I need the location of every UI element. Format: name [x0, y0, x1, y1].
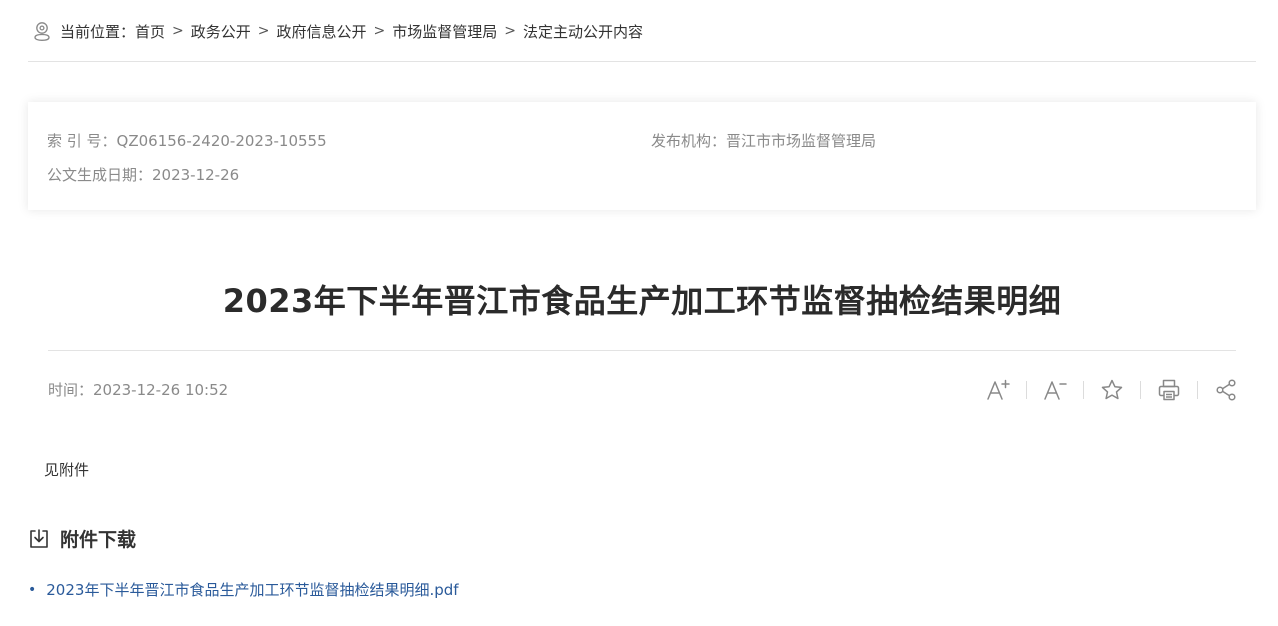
breadcrumb: 当前位置： 首页 > 政务公开 > 政府信息公开 > 市场监督管理局 > 法定主… [32, 18, 643, 44]
breadcrumb-item-market-bureau[interactable]: 市场监督管理局 [392, 21, 497, 42]
breadcrumb-prefix: 当前位置： [60, 22, 136, 41]
publisher: 发布机构：晋江市市场监督管理局 [651, 132, 877, 150]
document-info-card: 索 引 号：QZ06156-2420-2023-10555 发布机构：晋江市市场… [28, 102, 1256, 210]
breadcrumb-separator: > [257, 23, 270, 39]
publish-time: 时间：2023-12-26 10:52 [48, 381, 229, 399]
index-number: 索 引 号：QZ06156-2420-2023-10555 [47, 132, 327, 150]
bullet: • [28, 581, 37, 598]
document-date: 公文生成日期：2023-12-26 [47, 166, 240, 184]
toolbar-divider [1140, 381, 1141, 399]
breadcrumb-separator: > [373, 23, 386, 39]
toolbar-divider [1026, 381, 1027, 399]
article-toolbar [980, 374, 1244, 406]
article-body: 见附件 [44, 461, 90, 479]
breadcrumb-item-home[interactable]: 首页 [135, 21, 165, 42]
font-decrease-icon[interactable] [1037, 374, 1073, 406]
font-increase-icon[interactable] [980, 374, 1016, 406]
share-icon[interactable] [1208, 374, 1244, 406]
breadcrumb-separator: > [172, 23, 184, 39]
breadcrumb-item-gov-info[interactable]: 政府信息公开 [277, 21, 367, 42]
toolbar-divider [1083, 381, 1084, 399]
page-title: 2023年下半年晋江市食品生产加工环节监督抽检结果明细 [222, 282, 1062, 320]
attachments-heading-label: 附件下载 [60, 529, 137, 551]
attachment-link[interactable]: 2023年下半年晋江市食品生产加工环节监督抽检结果明细.pdf [46, 579, 458, 600]
list-item: • 2023年下半年晋江市食品生产加工环节监督抽检结果明细.pdf [28, 579, 459, 600]
breadcrumb-item-gov-affairs[interactable]: 政务公开 [191, 21, 251, 42]
divider [48, 350, 1236, 351]
divider [28, 61, 1256, 62]
download-icon [28, 528, 50, 550]
location-icon [32, 20, 52, 42]
star-icon[interactable] [1094, 374, 1130, 406]
attachments-heading: 附件下载 [28, 525, 136, 552]
attachment-list: • 2023年下半年晋江市食品生产加工环节监督抽检结果明细.pdf [28, 579, 459, 600]
breadcrumb-item-statutory[interactable]: 法定主动公开内容 [523, 21, 643, 42]
print-icon[interactable] [1151, 374, 1187, 406]
breadcrumb-separator: > [504, 23, 517, 39]
toolbar-divider [1197, 381, 1198, 399]
